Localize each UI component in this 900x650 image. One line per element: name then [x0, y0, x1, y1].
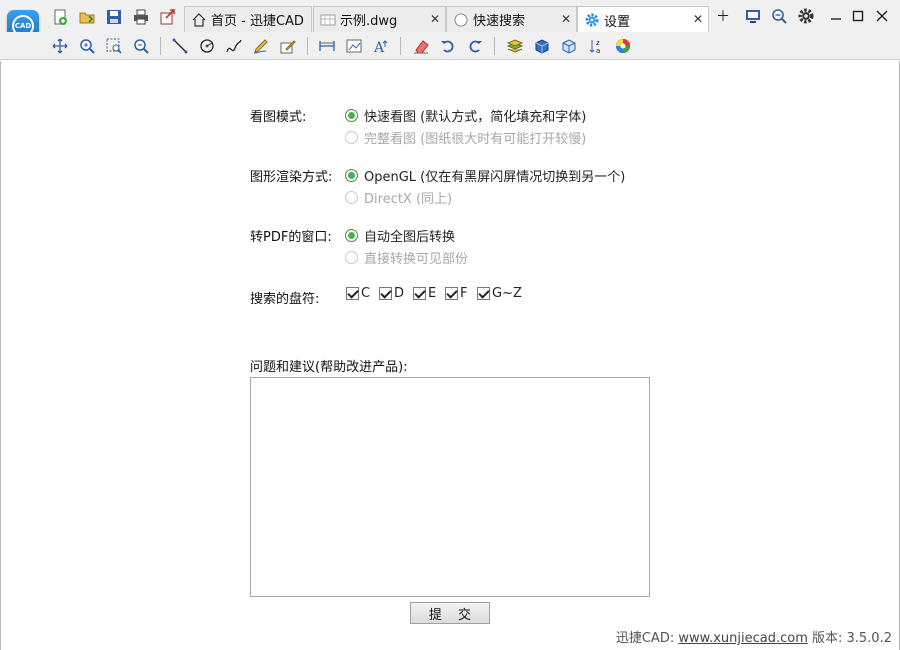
drive-e-checkbox[interactable]: E — [413, 286, 436, 301]
circle-tool-icon[interactable] — [196, 35, 218, 57]
pencil-sketch-icon[interactable] — [250, 35, 272, 57]
feedback-textarea[interactable] — [250, 377, 650, 597]
title-bar: CAD 首页 - 迅捷CAD 示例.dwg ✕ 快速搜索 ✕ 设置 ✕ ＋ — [0, 0, 900, 42]
search-drives-label: 搜索的盘符: — [250, 292, 320, 307]
toolbar-divider — [160, 37, 161, 55]
checkbox-label: G~Z — [492, 286, 522, 301]
tab-settings[interactable]: 设置 ✕ — [577, 6, 709, 33]
display-mode-icon[interactable] — [743, 6, 763, 26]
maximize-icon[interactable] — [848, 6, 868, 26]
close-icon[interactable]: ✕ — [561, 12, 571, 26]
toolbar-divider — [494, 37, 495, 55]
sort-az-icon[interactable]: za — [585, 35, 607, 57]
close-icon[interactable]: ✕ — [430, 12, 440, 26]
tab-drawing[interactable]: 示例.dwg ✕ — [313, 6, 446, 32]
undo-icon[interactable] — [437, 35, 459, 57]
view-mode-full-radio[interactable]: 完整看图 (图纸很大时有可能打开较慢) — [345, 128, 586, 147]
svg-text:z: z — [596, 39, 600, 47]
annotate-icon[interactable] — [277, 35, 299, 57]
checkbox-label: E — [428, 286, 437, 301]
polyline-tool-icon[interactable] — [223, 35, 245, 57]
window-close-icon[interactable] — [872, 6, 892, 26]
color-wheel-icon[interactable] — [612, 35, 634, 57]
submit-button[interactable]: 提 交 — [410, 602, 490, 624]
drive-g-z-checkbox[interactable]: G~Z — [477, 286, 522, 301]
checkbox-label: C — [361, 286, 371, 301]
checkbox-label: F — [460, 286, 468, 301]
pdf-auto-radio[interactable]: 自动全图后转换 — [345, 226, 455, 245]
pdf-window-label: 转PDF的窗口: — [250, 230, 332, 245]
drive-d-checkbox[interactable]: D — [379, 286, 404, 301]
tab-label: 示例.dwg — [340, 14, 398, 29]
new-file-icon[interactable] — [50, 7, 70, 27]
version-text: 版本: 3.5.0.2 — [807, 631, 892, 646]
radio-label: 快速看图 (默认方式，简化填充和字体) — [364, 110, 587, 125]
zoom-extents-icon[interactable] — [130, 35, 152, 57]
export-icon[interactable] — [158, 7, 178, 27]
3d-box-icon[interactable] — [531, 35, 553, 57]
area-icon[interactable] — [343, 35, 365, 57]
radio-label: 完整看图 (图纸很大时有可能打开较慢) — [364, 132, 587, 147]
drawing-file-icon — [320, 12, 336, 28]
render-opengl-radio[interactable]: OpenGL (仅在有黑屏闪屏情况切换到另一个) — [345, 166, 625, 185]
close-icon[interactable]: ✕ — [693, 12, 703, 26]
footer-info: 迅捷CAD: www.xunjiecad.com 版本: 3.5.0.2 — [616, 627, 892, 646]
toolbar-divider — [400, 37, 401, 55]
3d-view-icon[interactable] — [558, 35, 580, 57]
new-tab-icon[interactable]: ＋ — [713, 6, 733, 26]
radio-label: 自动全图后转换 — [364, 230, 456, 245]
tab-home[interactable]: 首页 - 迅捷CAD — [184, 6, 312, 32]
open-file-icon[interactable] — [77, 7, 97, 27]
view-mode-fast-radio[interactable]: 快速看图 (默认方式，简化填充和字体) — [345, 106, 586, 125]
drive-f-checkbox[interactable]: F — [445, 286, 467, 301]
tab-label: 首页 - 迅捷CAD — [211, 14, 304, 29]
checkbox-label: D — [394, 286, 405, 301]
settings-gear-icon[interactable] — [796, 6, 816, 26]
minimize-icon[interactable] — [826, 6, 846, 26]
footer-prefix: 迅捷CAD: — [615, 631, 679, 646]
measure-icon[interactable] — [316, 35, 338, 57]
website-link[interactable]: www.xunjiecad.com — [678, 631, 808, 646]
print-icon[interactable] — [131, 7, 151, 27]
render-mode-label: 图形渲染方式: — [250, 170, 333, 185]
radio-label: OpenGL (仅在有黑屏闪屏情况切换到另一个) — [364, 170, 626, 185]
svg-text:a: a — [596, 47, 600, 54]
zoom-out-icon[interactable] — [769, 6, 789, 26]
layers-icon[interactable] — [504, 35, 526, 57]
render-directx-radio[interactable]: DirectX (同上) — [345, 188, 452, 207]
gear-icon — [584, 12, 600, 28]
save-icon[interactable] — [104, 7, 124, 27]
pan-icon[interactable] — [49, 35, 71, 57]
tab-quick-search[interactable]: 快速搜索 ✕ — [446, 6, 577, 32]
eraser-icon[interactable] — [410, 35, 432, 57]
tab-label: 快速搜索 — [473, 14, 526, 29]
search-circle-icon — [453, 12, 469, 28]
drive-c-checkbox[interactable]: C — [346, 286, 370, 301]
redo-icon[interactable] — [464, 35, 486, 57]
radio-label: DirectX (同上) — [364, 192, 453, 207]
feedback-label: 问题和建议(帮助改进产品): — [250, 360, 408, 375]
toolbar-divider — [307, 37, 308, 55]
line-tool-icon[interactable] — [169, 35, 191, 57]
zoom-window-icon[interactable] — [103, 35, 125, 57]
text-tool-icon[interactable]: A — [370, 35, 392, 57]
toolbar: A za — [0, 32, 900, 60]
radio-label: 直接转换可见部份 — [364, 252, 469, 267]
view-mode-label: 看图模式: — [250, 110, 307, 125]
pdf-visible-radio[interactable]: 直接转换可见部份 — [345, 248, 468, 267]
home-icon — [191, 12, 207, 28]
zoom-realtime-icon[interactable] — [76, 35, 98, 57]
tab-label: 设置 — [604, 14, 631, 30]
